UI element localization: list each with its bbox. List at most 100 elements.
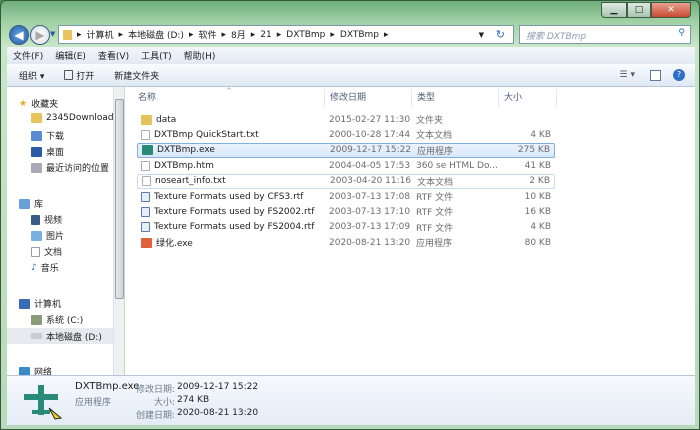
star-icon: ★ [19,98,28,109]
folder-icon [31,113,42,123]
file-name-cell: data [141,114,176,125]
modified-label: 修改日期: [135,385,175,395]
menu-file[interactable]: 文件(F) [13,49,43,62]
nav-item-recent[interactable]: 最近访问的位置 [31,161,109,174]
search-input[interactable]: 搜索 DXTBmp ⚲ [519,25,691,44]
nav-item-music[interactable]: ♪ 音乐 [31,261,59,275]
plane-file-icon [142,145,153,156]
breadcrumb-item[interactable]: DXTBmp [286,30,325,40]
nav-item-drive-d[interactable]: 本地磁盘 (D:) [7,328,113,344]
file-date: 2009-12-17 15:22 [330,145,412,156]
file-size: 2 KB [529,176,550,187]
nav-libraries[interactable]: 库 [19,197,43,210]
video-icon [31,214,40,225]
nav-computer[interactable]: 计算机 [19,297,61,310]
rtf-file-icon [141,206,150,217]
file-row[interactable]: Texture Formats used by FS2002.rtf 2003-0… [137,204,555,219]
address-bar[interactable]: ▸ 计算机 ▸ 本地磁盘 (D:) ▸ 软件 ▸ 8月 ▸ 21 ▸ DXTBmp ▸ DXT… [58,25,514,44]
file-size: 16 KB [524,206,551,217]
txt-file-icon [141,160,150,171]
close-button[interactable]: ✕ [651,2,691,18]
minimize-button[interactable]: ▁ [601,2,627,18]
menu-help[interactable]: 帮助(H) [184,49,216,62]
nav-favorites[interactable]: ★ 收藏夹 [19,97,58,111]
organize-button[interactable]: 组织 ▾ [19,69,44,82]
open-icon [64,69,74,80]
search-icon: ⚲ [678,28,685,38]
view-options-icon[interactable]: ☰ ▾ [620,70,635,80]
modified-value: 2009-12-17 15:22 [177,382,259,392]
file-size: 41 KB [524,160,551,171]
history-dropdown[interactable]: ▼ [50,30,55,38]
file-date: 2003-07-13 17:08 [329,191,411,202]
file-name-cell: Texture Formats used by FS2002.rtf [141,206,315,217]
details-pane: DXTBmp.exe 应用程序 修改日期: 2009-12-17 15:22 大… [7,375,695,425]
file-row[interactable]: DXTBmp QuickStart.txt 2000-10-28 17:44 文本文… [137,127,555,142]
file-row[interactable]: data 2015-02-27 11:30 文件夹 [137,112,555,127]
download-folder-icon [31,130,42,141]
nav-item-drive-c[interactable]: 系统 (C:) [31,313,83,326]
file-name-cell: DXTBmp.exe [142,145,215,156]
file-row[interactable]: 绿化.exe 2020-08-21 13:20 应用程序 80 KB [137,235,555,250]
back-button[interactable]: ◀ [9,25,29,45]
open-button[interactable]: 打开 [64,69,94,82]
address-dropdown[interactable]: ▼ [479,31,484,39]
selected-file-kind: 应用程序 [75,398,112,408]
maximize-button[interactable]: □ [627,2,651,18]
menu-edit[interactable]: 编辑(E) [55,49,86,62]
size-label: 大小: [153,398,175,408]
help-icon[interactable]: ? [673,69,685,81]
column-header-type[interactable]: 类型 [412,89,499,107]
column-header-date[interactable]: 修改日期 [325,89,412,107]
nav-item-documents[interactable]: 文档 [31,245,62,258]
new-folder-button[interactable]: 新建文件夹 [114,69,159,82]
refresh-icon[interactable]: ↻ [496,28,505,41]
menu-tools[interactable]: 工具(T) [141,49,172,62]
column-header-size[interactable]: 大小 [499,89,557,107]
size-value: 274 KB [177,395,210,405]
library-icon [19,198,30,209]
nav-network[interactable]: 网络 [19,365,52,375]
breadcrumb-item[interactable]: 8月 [231,28,246,41]
nav-scrollbar[interactable] [113,87,124,375]
nav-item-desktop[interactable]: 桌面 [31,145,64,158]
file-name-cell: DXTBmp QuickStart.txt [141,129,259,140]
file-type: RTF 文件 [416,193,454,203]
file-name: Texture Formats used by CFS3.rtf [154,191,304,202]
selected-file-name: DXTBmp.exe [75,381,140,392]
menu-view[interactable]: 查看(V) [98,49,129,62]
breadcrumb-item[interactable]: 21 [260,30,271,40]
scrollbar-thumb[interactable] [115,99,124,299]
document-icon [31,246,40,257]
system-drive-icon [31,314,42,325]
nav-item-downloads[interactable]: 下载 [31,129,64,142]
file-row[interactable]: noseart_info.txt 2003-04-20 11:16 文本文档 2 KB [137,173,555,189]
file-type: 文本文档 [416,131,453,142]
file-type: 文件夹 [416,116,444,126]
txt-file-icon [141,129,150,140]
file-row[interactable]: Texture Formats used by FS2004.rtf 2003-0… [137,220,555,235]
breadcrumb-item[interactable]: DXTBmp [340,30,379,40]
file-row[interactable]: Texture Formats used by CFS3.rtf 2003-07-… [137,189,555,204]
nav-item-2345downloads[interactable]: 2345Downloads [31,113,118,123]
column-header-name[interactable]: 名称 [133,89,325,107]
airplane-app-icon [21,382,63,420]
file-row[interactable]: DXTBmp.exe 2009-12-17 15:22 应用程序 275 KB [137,142,555,158]
breadcrumb-item[interactable]: 计算机 [87,28,114,41]
breadcrumb-item[interactable]: 软件 [198,28,216,41]
forward-button[interactable]: ▶ [30,25,50,45]
nav-item-pictures[interactable]: 图片 [31,229,64,242]
menu-bar: 文件(F) 编辑(E) 查看(V) 工具(T) 帮助(H) [7,47,695,64]
file-name: Texture Formats used by FS2004.rtf [154,222,315,233]
picture-icon [31,230,42,241]
file-name: Texture Formats used by FS2002.rtf [154,206,315,217]
file-name-cell: 绿化.exe [141,236,193,249]
music-icon: ♪ [31,262,37,273]
forward-arrow-icon: ▶ [35,28,45,42]
breadcrumb-item[interactable]: 本地磁盘 (D:) [128,28,184,41]
nav-item-videos[interactable]: 视频 [31,213,62,226]
toolbar: 组织 ▾ 打开 新建文件夹 ☰ ▾ ? [7,64,695,87]
preview-pane-icon[interactable] [650,69,661,81]
file-row[interactable]: DXTBmp.htm 2004-04-05 17:53 360 se HTML Do… [137,158,555,173]
file-size: 4 KB [530,222,551,233]
